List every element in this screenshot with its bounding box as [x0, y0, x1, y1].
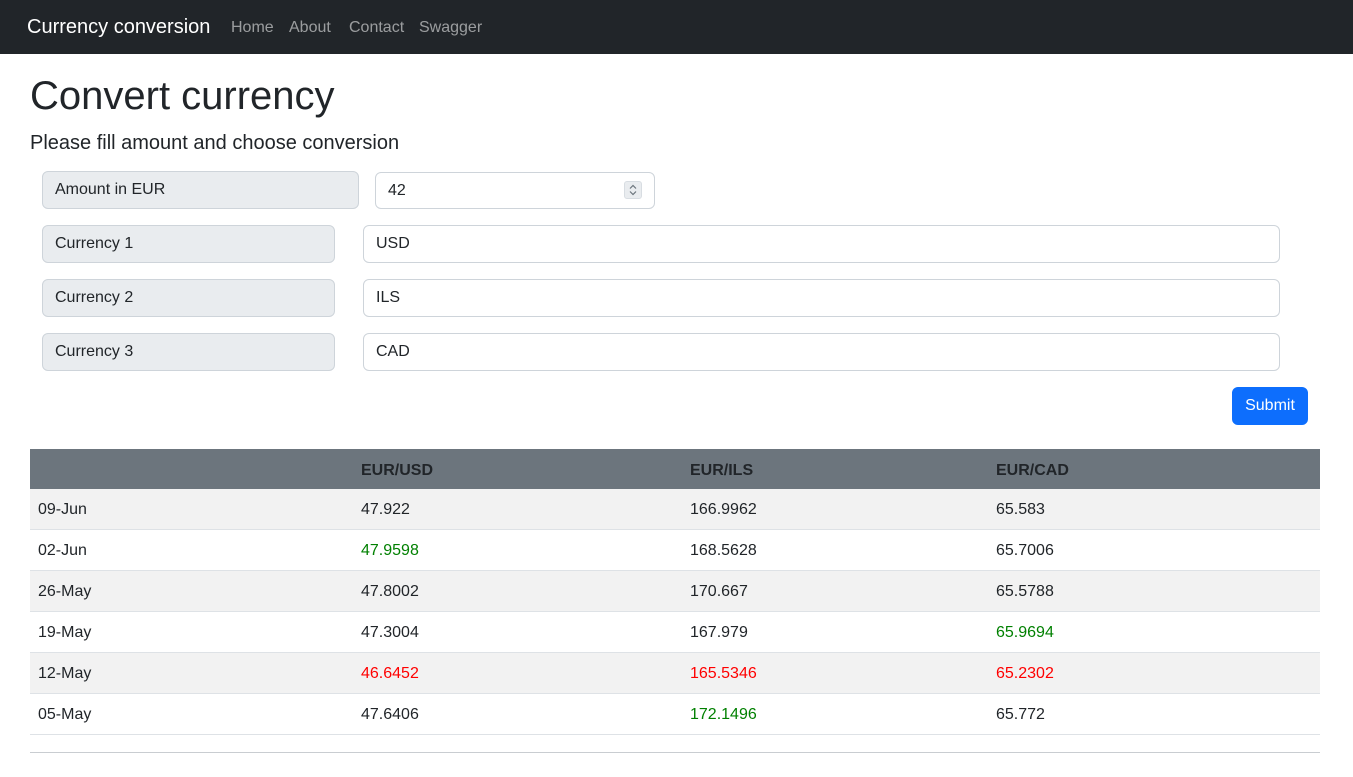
- rate-cell: 65.2302: [996, 665, 1054, 682]
- rate-cell: 167.979: [690, 624, 748, 641]
- rate-cell: 65.583: [996, 501, 1045, 518]
- row-date: 02-Jun: [38, 542, 87, 559]
- table-row: 19-May 47.3004 167.979 65.9694: [30, 612, 1320, 653]
- row-date: 19-May: [38, 624, 92, 641]
- row-date: 12-May: [38, 665, 92, 682]
- navbar-brand[interactable]: Currency conversion: [27, 15, 210, 39]
- rates-table: EUR/USD EUR/ILS EUR/CAD 09-Jun 47.922 16…: [30, 449, 1320, 735]
- rate-cell: 65.5788: [996, 583, 1054, 600]
- rate-cell: 47.3004: [361, 624, 419, 641]
- currency-1-input[interactable]: USD: [363, 225, 1280, 263]
- rate-cell: 65.772: [996, 706, 1045, 723]
- rate-cell: 47.6406: [361, 706, 419, 723]
- header-eur-ils: EUR/ILS: [690, 462, 754, 479]
- nav-link-about[interactable]: About: [289, 18, 331, 38]
- amount-input[interactable]: 42: [375, 172, 655, 209]
- row-date: 26-May: [38, 583, 92, 600]
- currency-3-input[interactable]: CAD: [363, 333, 1280, 371]
- table-row: 05-May 47.6406 172.1496 65.772: [30, 694, 1320, 735]
- currency-1-label: Currency 1: [42, 225, 335, 263]
- submit-button[interactable]: Submit: [1232, 387, 1308, 425]
- rate-cell: 170.667: [690, 583, 748, 600]
- nav-link-swagger[interactable]: Swagger: [419, 18, 482, 38]
- row-date: 09-Jun: [38, 501, 87, 518]
- rate-cell: 168.5628: [690, 542, 757, 559]
- amount-label: Amount in EUR: [42, 171, 359, 209]
- page-lead: Please fill amount and choose conversion: [30, 132, 400, 154]
- table-row: 02-Jun 47.9598 168.5628 65.7006: [30, 530, 1320, 571]
- footer-divider: [30, 752, 1320, 753]
- currency-3-label: Currency 3: [42, 333, 335, 371]
- rate-cell: 65.9694: [996, 624, 1054, 641]
- amount-value: 42: [388, 182, 406, 199]
- rate-cell: 47.922: [361, 501, 410, 518]
- rate-cell: 172.1496: [690, 706, 757, 723]
- table-row: 09-Jun 47.922 166.9962 65.583: [30, 489, 1320, 530]
- rate-cell: 47.9598: [361, 542, 419, 559]
- nav-link-home[interactable]: Home: [231, 18, 274, 38]
- header-eur-cad: EUR/CAD: [996, 462, 1069, 479]
- rate-cell: 47.8002: [361, 583, 419, 600]
- table-row: 26-May 47.8002 170.667 65.5788: [30, 571, 1320, 612]
- spinner-arrows-icon: [629, 184, 637, 196]
- nav-link-contact[interactable]: Contact: [349, 18, 404, 38]
- page-title: Convert currency: [30, 74, 335, 118]
- rate-cell: 46.6452: [361, 665, 419, 682]
- rate-cell: 165.5346: [690, 665, 757, 682]
- rate-cell: 166.9962: [690, 501, 757, 518]
- currency-2-label: Currency 2: [42, 279, 335, 317]
- currency-2-input[interactable]: ILS: [363, 279, 1280, 317]
- table-header: EUR/USD EUR/ILS EUR/CAD: [30, 449, 1320, 489]
- number-spinner[interactable]: [624, 181, 642, 199]
- row-date: 05-May: [38, 706, 92, 723]
- header-eur-usd: EUR/USD: [361, 462, 434, 479]
- table-row: 12-May 46.6452 165.5346 65.2302: [30, 653, 1320, 694]
- rate-cell: 65.7006: [996, 542, 1054, 559]
- navbar: Currency conversion Home About Contact S…: [0, 0, 1353, 54]
